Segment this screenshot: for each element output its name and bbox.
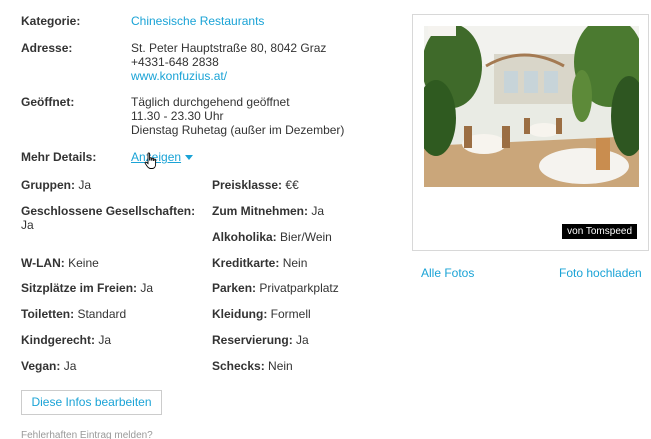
chevron-down-icon <box>185 155 194 161</box>
preisklasse-value: €€ <box>285 178 299 192</box>
feature-sitzplaetze: Sitzplätze im Freien: Ja <box>21 281 153 295</box>
mehr-details-label: Mehr Details: <box>21 150 97 164</box>
kleidung-value: Formell <box>270 307 311 321</box>
kindgerecht-value: Ja <box>98 333 112 347</box>
mitnehmen-label: Zum Mitnehmen: <box>212 204 308 218</box>
feature-gruppen: Gruppen: Ja <box>21 178 91 192</box>
feature-mitnehmen: Zum Mitnehmen: Ja <box>212 204 324 218</box>
restaurant-photo[interactable] <box>424 26 639 187</box>
toiletten-value: Standard <box>77 307 127 321</box>
alkoholika-label: Alkoholika: <box>212 230 277 244</box>
wlan-label: W-LAN: <box>21 256 65 270</box>
geschlossene-label: Geschlossene Gesellschaften: <box>21 204 196 218</box>
feature-preisklasse: Preisklasse: €€ <box>212 178 299 192</box>
hours-line-3: Dienstag Ruhetag (außer im Dezember) <box>131 123 345 137</box>
feature-schecks: Schecks: Nein <box>212 359 293 373</box>
gruppen-label: Gruppen: <box>21 178 75 192</box>
edit-info-button[interactable]: Diese Infos bearbeiten <box>21 390 162 415</box>
preisklasse-label: Preisklasse: <box>212 178 283 192</box>
kindgerecht-label: Kindgerecht: <box>21 333 96 347</box>
restaurant-interior-image <box>424 26 639 187</box>
toiletten-label: Toiletten: <box>21 307 75 321</box>
feature-vegan: Vegan: Ja <box>21 359 76 373</box>
feature-toiletten: Toiletten: Standard <box>21 307 126 321</box>
mehr-details-toggle[interactable]: Anzeigen <box>131 150 194 164</box>
geschlossene-value: Ja <box>21 218 34 232</box>
sitzplaetze-value: Ja <box>140 281 154 295</box>
alkoholika-value: Bier/Wein <box>280 230 332 244</box>
upload-photo-link[interactable]: Foto hochladen <box>559 266 642 280</box>
address-phone: +4331-648 2838 <box>131 55 219 69</box>
address-street: St. Peter Hauptstraße 80, 8042 Graz <box>131 41 327 55</box>
sitzplaetze-label: Sitzplätze im Freien: <box>21 281 138 295</box>
all-photos-link[interactable]: Alle Fotos <box>421 266 474 280</box>
reservierung-label: Reservierung: <box>212 333 293 347</box>
photo-credit: von Tomspeed <box>562 224 637 239</box>
opening-hours: Täglich durchgehend geöffnet 11.30 - 23.… <box>131 95 344 137</box>
parken-value: Privatparkplatz <box>259 281 339 295</box>
adresse-label: Adresse: <box>21 41 73 55</box>
kleidung-label: Kleidung: <box>212 307 268 321</box>
kreditkarte-value: Nein <box>282 256 308 270</box>
vegan-label: Vegan: <box>21 359 61 373</box>
feature-geschlossene-gesellschaften: Geschlossene Gesellschaften: Ja <box>21 204 195 232</box>
adresse-value: St. Peter Hauptstraße 80, 8042 Graz +433… <box>131 41 326 83</box>
hours-line-1: Täglich durchgehend geöffnet <box>131 95 290 109</box>
schecks-value: Nein <box>268 359 293 373</box>
kategorie-link[interactable]: Chinesische Restaurants <box>131 14 264 28</box>
geoeffnet-label: Geöffnet: <box>21 95 75 109</box>
schecks-label: Schecks: <box>212 359 265 373</box>
parken-label: Parken: <box>212 281 257 295</box>
feature-parken: Parken: Privatparkplatz <box>212 281 339 295</box>
feature-alkoholika: Alkoholika: Bier/Wein <box>212 230 332 244</box>
feature-kleidung: Kleidung: Formell <box>212 307 311 321</box>
feature-kindgerecht: Kindgerecht: Ja <box>21 333 111 347</box>
vegan-value: Ja <box>63 359 77 373</box>
photo-card: von Tomspeed <box>412 14 649 251</box>
feature-kreditkarte: Kreditkarte: Nein <box>212 256 307 270</box>
gruppen-value: Ja <box>78 178 92 192</box>
report-entry-link[interactable]: Fehlerhaften Eintrag melden? <box>21 430 153 439</box>
feature-wlan: W-LAN: Keine <box>21 256 99 270</box>
kategorie-label: Kategorie: <box>21 14 81 28</box>
mitnehmen-value: Ja <box>311 204 325 218</box>
hand-cursor-icon <box>144 152 157 169</box>
kreditkarte-label: Kreditkarte: <box>212 256 280 270</box>
website-link[interactable]: www.konfuzius.at/ <box>131 69 227 83</box>
feature-reservierung: Reservierung: Ja <box>212 333 309 347</box>
hours-line-2: 11.30 - 23.30 Uhr <box>131 109 224 123</box>
reservierung-value: Ja <box>296 333 309 347</box>
wlan-value: Keine <box>68 256 99 270</box>
